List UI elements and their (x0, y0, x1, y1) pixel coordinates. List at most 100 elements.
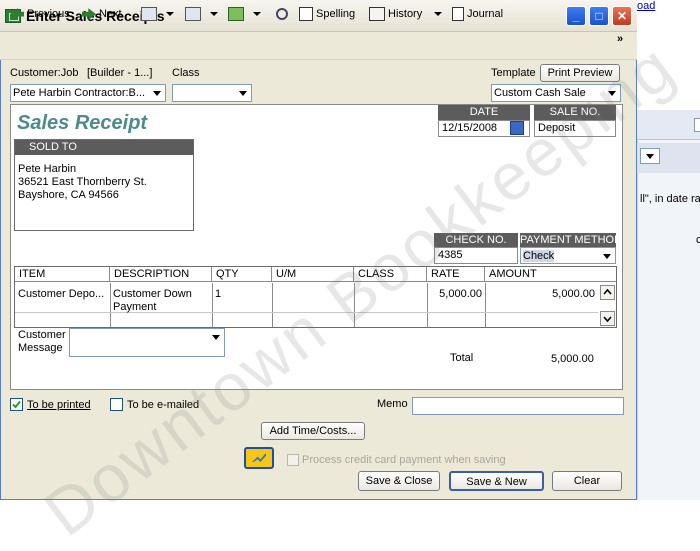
spelling-button[interactable]: Spelling (299, 3, 355, 25)
arrow-left-icon (10, 8, 24, 21)
process-cc-checkbox[interactable] (287, 454, 299, 466)
chevron-down-icon[interactable] (236, 86, 250, 100)
magnifier-icon (276, 8, 288, 21)
sold-to-line: Pete Harbin (18, 163, 77, 175)
customer-message-label: Message (18, 342, 63, 354)
process-cc-label: Process credit card payment when saving (302, 454, 506, 466)
table-cell-description[interactable]: Payment (113, 301, 156, 313)
column-header-description[interactable]: DESCRIPTION (110, 267, 212, 282)
payment-method-dropdown[interactable]: Check (520, 247, 616, 264)
credit-card-processing-icon[interactable] (244, 447, 274, 469)
history-label: History (388, 8, 423, 20)
payment-method-header: PAYMENT METHOD (520, 233, 623, 248)
column-header-class[interactable]: CLASS (354, 267, 427, 282)
journal-icon (452, 7, 464, 22)
builder-label: [Builder - 1...] (87, 67, 153, 79)
to-be-emailed-checkbox[interactable] (110, 398, 123, 411)
sale-no-field[interactable]: Deposit (534, 120, 616, 137)
chevron-down-icon[interactable] (209, 330, 223, 344)
history-button[interactable]: History (369, 3, 422, 25)
template-label: Template (491, 67, 536, 79)
close-button[interactable]: ✕ (612, 6, 632, 26)
total-label: Total (450, 352, 474, 364)
chevron-down-icon[interactable] (150, 86, 164, 100)
table-cell-rate[interactable]: 5,000.00 (427, 288, 482, 300)
table-cell-item[interactable]: Customer Depo... (18, 288, 104, 300)
column-divider (212, 283, 213, 327)
class-dropdown[interactable] (172, 84, 252, 102)
memo-input[interactable] (412, 397, 624, 415)
column-divider (354, 283, 355, 327)
add-time-costs-button[interactable]: Add Time/Costs... (261, 422, 365, 440)
find-button[interactable] (276, 3, 291, 25)
sold-to-line: Bayshore, CA 94566 (18, 189, 119, 201)
class-label: Class (172, 67, 200, 79)
table-cell-amount[interactable]: 5,000.00 (485, 288, 595, 300)
sale-no-header: SALE NO. (534, 105, 616, 120)
spelling-check-icon (299, 7, 313, 22)
history-icon (369, 7, 385, 22)
next-button[interactable]: Next (82, 3, 122, 25)
column-header-qty[interactable]: QTY (212, 267, 272, 282)
ship-icon (228, 7, 244, 22)
form-title: Sales Receipt (17, 112, 148, 134)
column-divider (110, 283, 111, 327)
background-tab[interactable] (694, 118, 700, 132)
background-dropdown[interactable] (640, 148, 660, 164)
column-divider (272, 283, 273, 327)
to-be-printed-label[interactable]: To be printed (27, 399, 91, 411)
print-button[interactable] (141, 3, 174, 25)
sold-to-header: SOLD TO (15, 140, 193, 155)
sold-to-line: 36521 East Thornberry St. (18, 176, 147, 188)
toolbar-overflow-button[interactable]: » (617, 33, 623, 45)
print-preview-button[interactable]: Print Preview (540, 64, 620, 82)
arrow-right-icon (82, 8, 96, 21)
table-cell-qty[interactable]: 1 (215, 288, 221, 300)
scroll-down-button[interactable] (600, 311, 615, 326)
to-be-emailed-label[interactable]: To be e-mailed (127, 399, 199, 411)
save-new-button[interactable]: Save & New (449, 471, 544, 491)
maximize-button[interactable]: □ (589, 6, 609, 26)
column-header-um[interactable]: U/M (272, 267, 354, 282)
chevron-down-icon[interactable] (600, 249, 614, 263)
background-text: ll", in date ra (640, 193, 700, 205)
template-dropdown[interactable]: Custom Cash Sale (491, 84, 621, 102)
check-no-field[interactable]: 4385 (434, 247, 518, 264)
customer-job-dropdown[interactable]: Pete Harbin Contractor:B... (10, 84, 166, 102)
ship-button[interactable] (228, 3, 261, 25)
history-dropdown[interactable] (434, 3, 442, 25)
checkmark-icon (12, 400, 21, 409)
background-header-strip (637, 110, 700, 140)
column-header-rate[interactable]: RATE (427, 267, 485, 282)
journal-button[interactable]: Journal (452, 3, 503, 25)
column-header-item[interactable]: ITEM (15, 267, 110, 282)
toolbar (0, 32, 637, 60)
row-divider (15, 312, 598, 313)
chevron-down-icon (434, 12, 442, 17)
check-no-header: CHECK NO. (434, 233, 518, 248)
save-close-button[interactable]: Save & Close (358, 471, 440, 491)
previous-button[interactable]: Previous (10, 3, 70, 25)
spelling-label: Spelling (316, 8, 356, 20)
chevron-down-icon (210, 12, 218, 17)
template-value: Custom Cash Sale (494, 87, 586, 99)
customer-message-dropdown[interactable] (69, 328, 225, 357)
column-header-amount[interactable]: AMOUNT (485, 267, 616, 282)
next-label: Next (99, 8, 122, 20)
table-cell-description[interactable]: Customer Down (113, 288, 192, 300)
chevron-down-icon[interactable] (605, 86, 619, 100)
date-header: DATE (438, 105, 530, 120)
background-link[interactable]: oad (637, 0, 655, 12)
send-button[interactable] (185, 3, 218, 25)
chevron-down-icon (253, 12, 261, 17)
check-no-value: 4385 (438, 249, 463, 261)
minimize-button[interactable]: _ (566, 6, 586, 26)
scroll-up-button[interactable] (600, 285, 615, 300)
calendar-icon[interactable] (510, 121, 524, 135)
clear-button[interactable]: Clear (552, 471, 622, 491)
printer-icon (141, 7, 157, 22)
payment-method-value: Check (523, 250, 555, 262)
email-icon (185, 7, 201, 22)
date-value: 12/15/2008 (442, 122, 498, 134)
to-be-printed-checkbox[interactable] (10, 398, 23, 411)
